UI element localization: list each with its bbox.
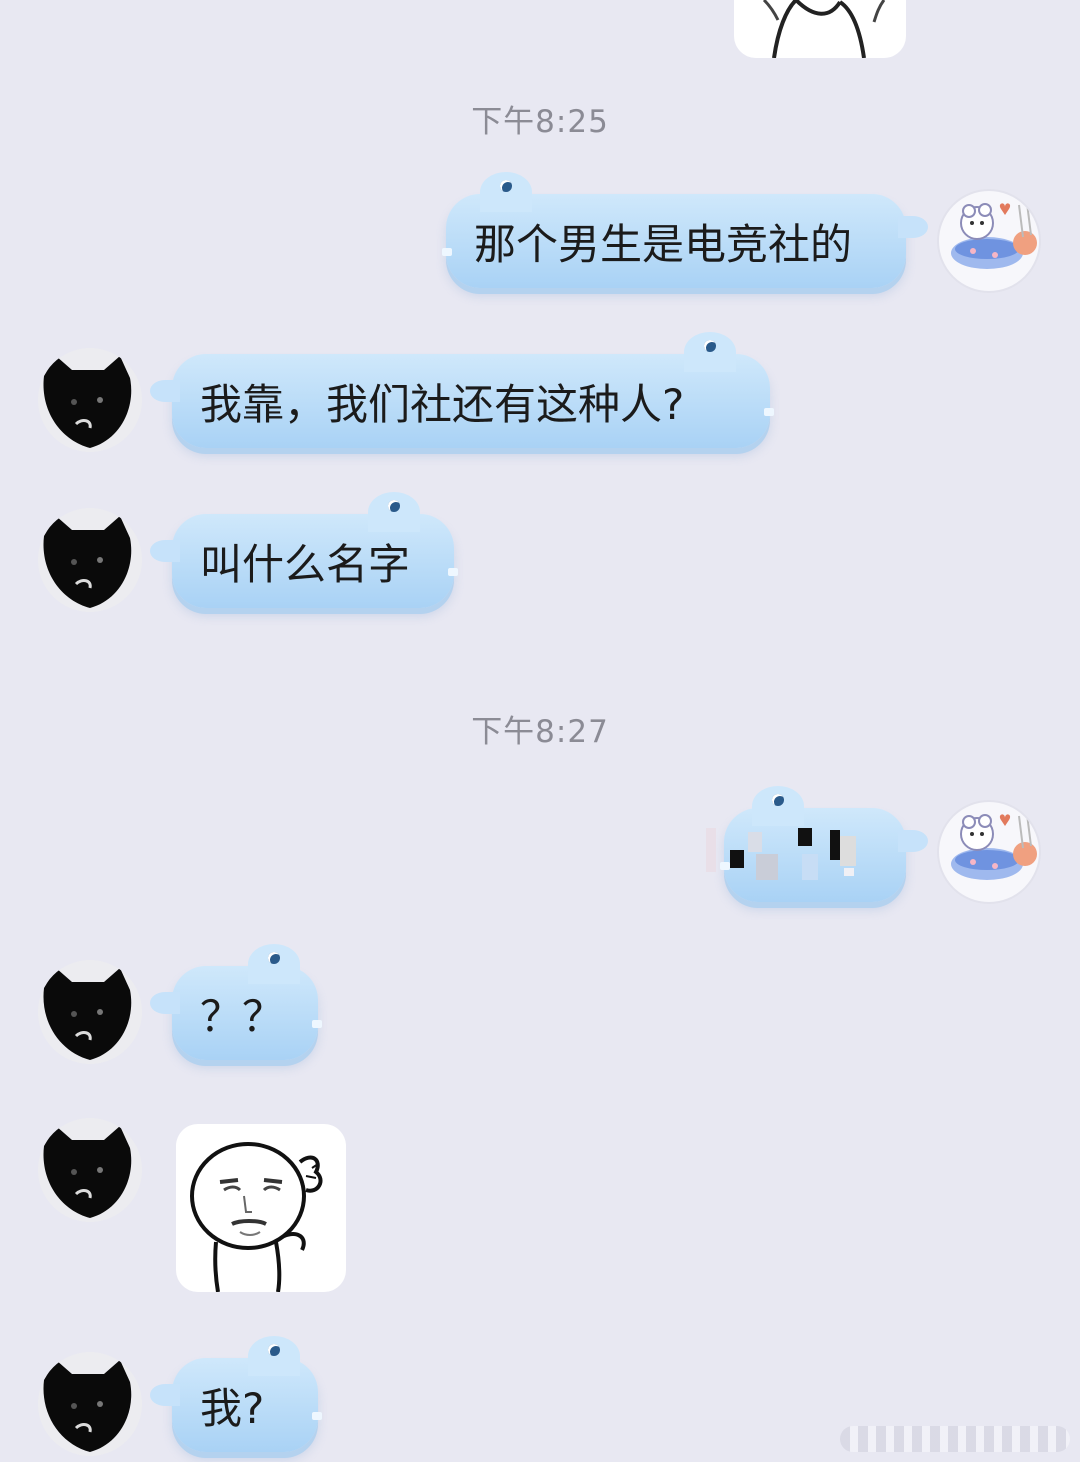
bubble-eye-icon bbox=[268, 952, 280, 964]
meme-sticker[interactable] bbox=[176, 1124, 346, 1292]
black-cat-avatar-icon bbox=[43, 356, 132, 448]
message-bubble-other-4[interactable]: 我? bbox=[150, 1336, 322, 1452]
other-avatar[interactable] bbox=[38, 508, 142, 612]
message-bubble-other-1[interactable]: 我靠，我们社还有这种人? bbox=[150, 332, 774, 448]
watermark-strip bbox=[840, 1426, 1070, 1452]
bubble-side-tick bbox=[442, 248, 452, 256]
black-cat-avatar-icon bbox=[43, 516, 132, 608]
other-avatar[interactable] bbox=[38, 1118, 142, 1222]
bubble-side-tick bbox=[764, 408, 774, 416]
message-text: 叫什么名字 bbox=[200, 539, 411, 589]
bubble-eye-icon bbox=[704, 340, 716, 352]
cartoon-bear-avatar-icon bbox=[951, 202, 1037, 269]
bubble-side-tick bbox=[312, 1412, 322, 1420]
bubble-tail bbox=[150, 380, 180, 402]
bubble-bump bbox=[368, 492, 420, 532]
bubble-bump bbox=[480, 172, 532, 212]
message-text: ？？ bbox=[200, 991, 285, 1041]
other-avatar[interactable] bbox=[38, 348, 142, 452]
redaction-mosaic bbox=[706, 824, 906, 884]
black-cat-avatar-icon bbox=[43, 1126, 132, 1218]
black-cat-avatar-icon bbox=[43, 968, 132, 1060]
message-text: 那个男生是电竞社的 bbox=[474, 219, 853, 269]
other-avatar[interactable] bbox=[38, 1352, 142, 1456]
message-text: 我靠，我们社还有这种人? bbox=[200, 379, 685, 429]
message-text: 我? bbox=[200, 1383, 265, 1433]
bubble-eye-icon bbox=[772, 794, 784, 806]
bubble-eye-icon bbox=[268, 1344, 280, 1356]
black-cat-avatar-icon bbox=[43, 1360, 132, 1452]
sticker-top-partial[interactable] bbox=[734, 0, 906, 58]
timestamp-1: 下午8:25 bbox=[471, 104, 609, 140]
bubble-bump bbox=[248, 944, 300, 984]
bubble-bump bbox=[248, 1336, 300, 1376]
bubble-eye-icon bbox=[388, 500, 400, 512]
other-avatar[interactable] bbox=[38, 960, 142, 1064]
self-avatar[interactable] bbox=[937, 189, 1041, 293]
message-bubble-other-3[interactable]: ？？ bbox=[150, 944, 322, 1060]
self-avatar[interactable] bbox=[937, 800, 1041, 904]
message-bubble-self-redacted[interactable] bbox=[706, 786, 928, 902]
timestamp-2: 下午8:27 bbox=[471, 714, 609, 750]
bubble-tail bbox=[898, 216, 928, 238]
message-bubble-self-1[interactable]: 那个男生是电竞社的 bbox=[442, 172, 928, 288]
sticker-top-drawing bbox=[762, 0, 886, 58]
bubble-tail bbox=[150, 1384, 180, 1406]
message-bubble-other-2[interactable]: 叫什么名字 bbox=[150, 492, 458, 608]
bubble-tail bbox=[150, 992, 180, 1014]
bubble-side-tick bbox=[312, 1020, 322, 1028]
thinking-meme-face-icon bbox=[190, 1142, 323, 1292]
bubble-tail bbox=[150, 540, 180, 562]
bubble-bump bbox=[752, 786, 804, 826]
bubble-side-tick bbox=[448, 568, 458, 576]
bubble-bump bbox=[684, 332, 736, 372]
bubble-eye-icon bbox=[500, 180, 512, 192]
cartoon-bear-avatar-icon bbox=[951, 813, 1037, 880]
